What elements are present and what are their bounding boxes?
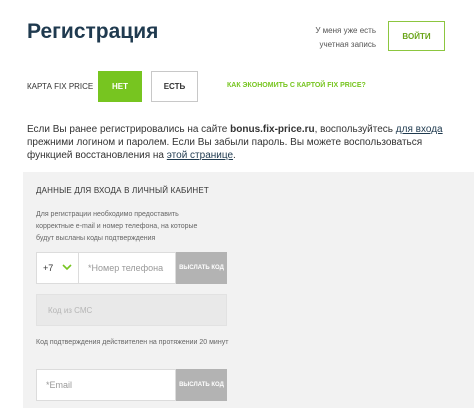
chevron-down-icon (62, 264, 72, 271)
login-button[interactable]: ВОЙТИ (388, 21, 445, 51)
phone-code-value: +7 (43, 263, 54, 273)
info-text-2: , воспользуйтесь (314, 124, 396, 135)
card-no-button[interactable]: НЕТ (98, 71, 142, 102)
form-title: ДАННЫЕ ДЛЯ ВХОДА В ЛИЧНЫЙ КАБИНЕТ (36, 186, 210, 195)
login-link[interactable]: для входа (396, 124, 443, 135)
form-hint: Для регистрации необходимо предоставить … (36, 211, 198, 242)
phone-country-code-select[interactable]: +7 (36, 252, 79, 284)
site-name: bonus.fix-price.ru (230, 124, 315, 135)
send-sms-code-button[interactable]: ВЫСЛАТЬ КОД (176, 252, 227, 284)
info-text-1: Если Вы ранее регистрировались на сайте (27, 124, 231, 135)
login-prompt: У меня уже есть учетная запись (315, 26, 376, 49)
email-input[interactable]: *Email (36, 369, 176, 401)
send-email-code-button[interactable]: ВЫСЛАТЬ КОД (176, 369, 227, 401)
info-paragraph: Если Вы ранее регистрировались на сайте … (27, 123, 447, 162)
restore-link[interactable]: этой странице (167, 150, 233, 161)
card-question-label: КАРТА FIX PRICE (27, 82, 94, 91)
sms-code-input[interactable]: Код из СМС (36, 294, 227, 326)
phone-input[interactable]: *Номер телефона (79, 252, 176, 284)
card-savings-link[interactable]: КАК ЭКОНОМИТЬ С КАРТОЙ FIX PRICE? (227, 82, 366, 89)
info-text-4: . (233, 150, 236, 161)
page-title: Регистрация (27, 20, 159, 43)
card-yes-button[interactable]: ЕСТЬ (151, 71, 198, 102)
code-validity-note: Код подтверждения действителен на протяж… (36, 339, 229, 346)
